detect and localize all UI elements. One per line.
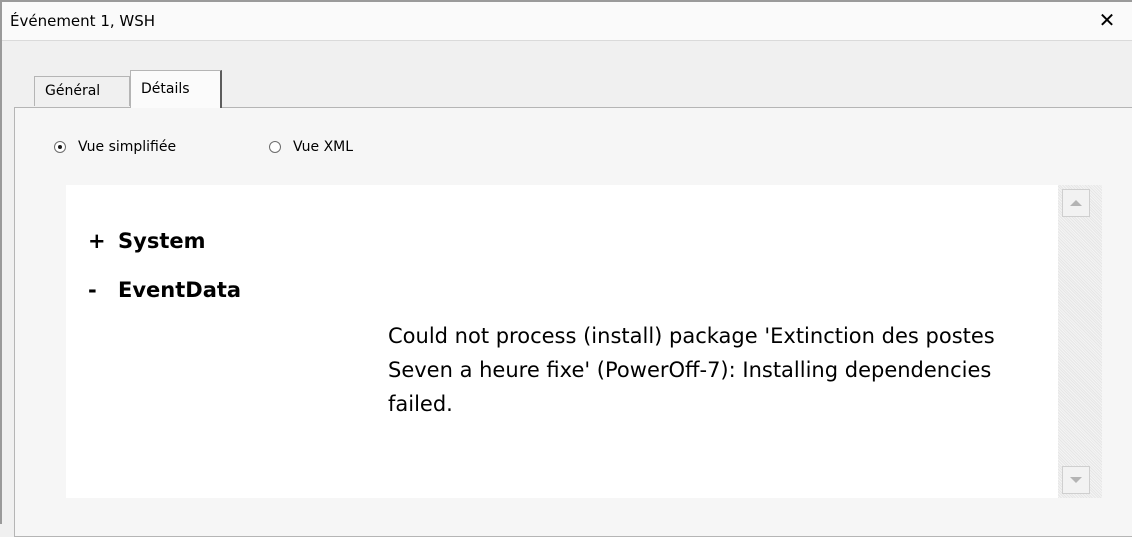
radio-simplified-label: Vue simplifiée [78,139,177,155]
tab-general-label: Général [45,83,101,99]
close-icon: ✕ [1098,8,1116,32]
window-title: Événement 1, WSH [10,12,156,30]
scroll-down-button[interactable] [1062,466,1090,494]
radio-xml-view[interactable]: Vue XML [269,139,353,155]
vertical-scrollbar[interactable] [1058,185,1102,498]
radio-xml-label: Vue XML [293,139,354,155]
event-properties-window: Événement 1, WSH ✕ Général Détails Vue s… [0,0,1132,537]
tree-node-label: EventData [118,278,242,302]
arrow-up-icon [1070,200,1082,206]
radio-unchecked-icon [269,141,281,153]
event-data-message: Could not process (install) package 'Ext… [388,324,995,416]
tab-details-label: Détails [141,81,190,97]
scroll-up-button[interactable] [1062,189,1090,217]
collapse-toggle-icon: - [88,278,97,302]
event-details-content[interactable]: + System - EventData Could not process (… [66,185,1102,498]
tree-node-eventdata[interactable]: - EventData [88,278,241,302]
tab-general[interactable]: Général [34,76,130,106]
arrow-down-icon [1070,477,1082,483]
tree-node-system[interactable]: + System [88,229,205,253]
tab-details[interactable]: Détails [130,70,222,108]
expand-toggle-icon: + [88,229,106,253]
title-bar: Événement 1, WSH ✕ [2,2,1132,41]
close-button[interactable]: ✕ [1096,8,1118,32]
tree-node-label: System [118,229,206,253]
radio-simplified-view[interactable]: Vue simplifiée [54,139,176,155]
radio-checked-icon [54,141,66,153]
